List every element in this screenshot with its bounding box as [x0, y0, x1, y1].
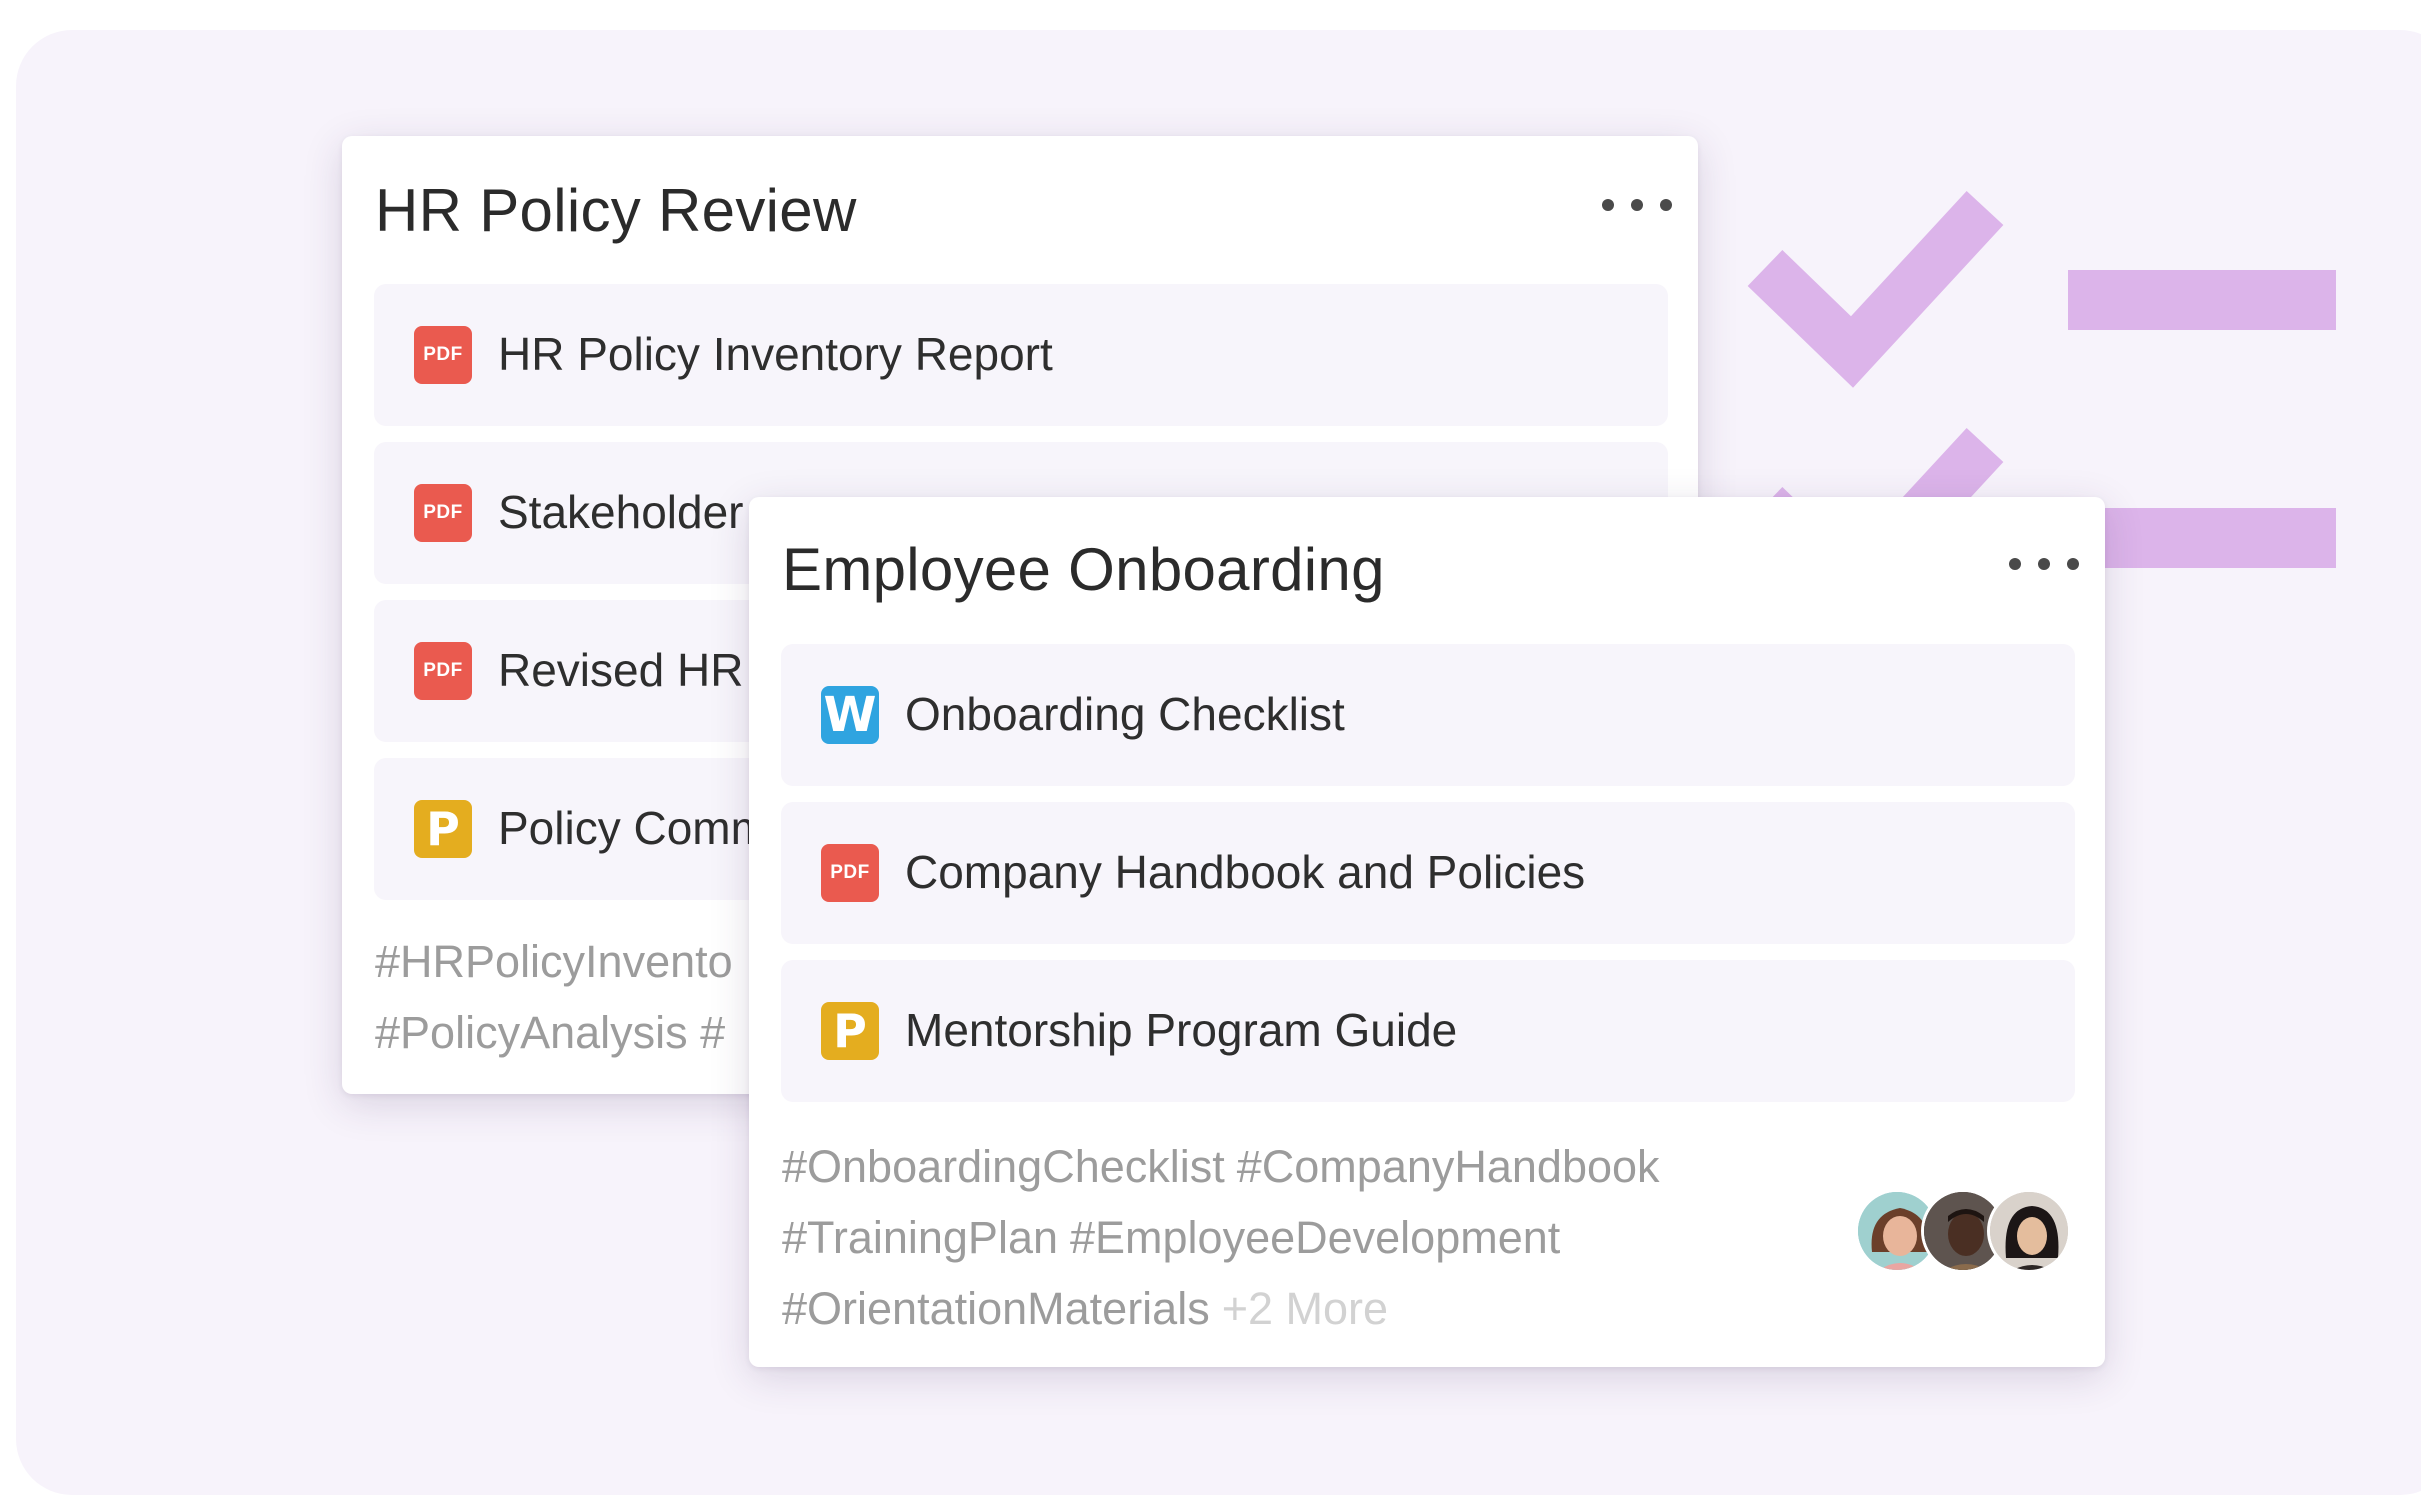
tag-line: #OnboardingChecklist #CompanyHandbook [782, 1131, 1672, 1202]
file-name: Revised HR [498, 644, 744, 696]
file-name: HR Policy Inventory Report [498, 328, 1053, 380]
more-options-button[interactable] [2009, 549, 2079, 579]
tag[interactable]: #OnboardingChecklist [782, 1141, 1225, 1192]
powerpoint-file-icon: P [414, 800, 472, 858]
pdf-file-icon: PDF [414, 484, 472, 542]
file-name: Mentorship Program Guide [905, 1004, 1458, 1056]
tag-line[interactable]: #PolicyAnalysis # [375, 997, 733, 1068]
file-row[interactable]: P Mentorship Program Guide [781, 960, 2075, 1102]
more-dots-icon [1602, 199, 1614, 211]
person-avatar-icon [1990, 1192, 2068, 1270]
employee-onboarding-card[interactable]: Employee Onboarding W Onboarding Checkli… [749, 497, 2105, 1367]
pdf-file-icon: PDF [821, 844, 879, 902]
collaborator-avatars[interactable] [1855, 1189, 2075, 1279]
file-name: Stakeholder [498, 486, 744, 538]
more-tags-link[interactable]: +2 More [1222, 1283, 1388, 1334]
tag[interactable]: #CompanyHandbook [1237, 1141, 1660, 1192]
file-row[interactable]: PDF HR Policy Inventory Report [374, 284, 1668, 426]
tag-line: #TrainingPlan #EmployeeDevelopment [782, 1202, 1672, 1273]
word-file-icon: W [821, 686, 879, 744]
tag-line: #OrientationMaterials +2 More [782, 1273, 1672, 1344]
tag-list: #HRPolicyInvento #PolicyAnalysis # [375, 926, 733, 1068]
powerpoint-file-icon: P [821, 1002, 879, 1060]
file-name: Onboarding Checklist [905, 688, 1345, 740]
file-name: Company Handbook and Policies [905, 846, 1586, 898]
more-options-button[interactable] [1602, 190, 1672, 220]
more-dots-icon [2009, 558, 2021, 570]
file-row[interactable]: W Onboarding Checklist [781, 644, 2075, 786]
pdf-file-icon: PDF [414, 642, 472, 700]
tag[interactable]: #OrientationMaterials [782, 1283, 1210, 1334]
avatar[interactable] [1987, 1189, 2071, 1273]
tag[interactable]: #TrainingPlan [782, 1212, 1058, 1263]
card-title: HR Policy Review [375, 177, 857, 244]
tag-list: #OnboardingChecklist #CompanyHandbook #Tr… [782, 1131, 1672, 1344]
pdf-file-icon: PDF [414, 326, 472, 384]
card-title: Employee Onboarding [782, 536, 1385, 603]
file-row[interactable]: PDF Company Handbook and Policies [781, 802, 2075, 944]
tag-line[interactable]: #HRPolicyInvento [375, 926, 733, 997]
file-name: Policy Comm [498, 802, 769, 854]
tag[interactable]: #EmployeeDevelopment [1070, 1212, 1560, 1263]
